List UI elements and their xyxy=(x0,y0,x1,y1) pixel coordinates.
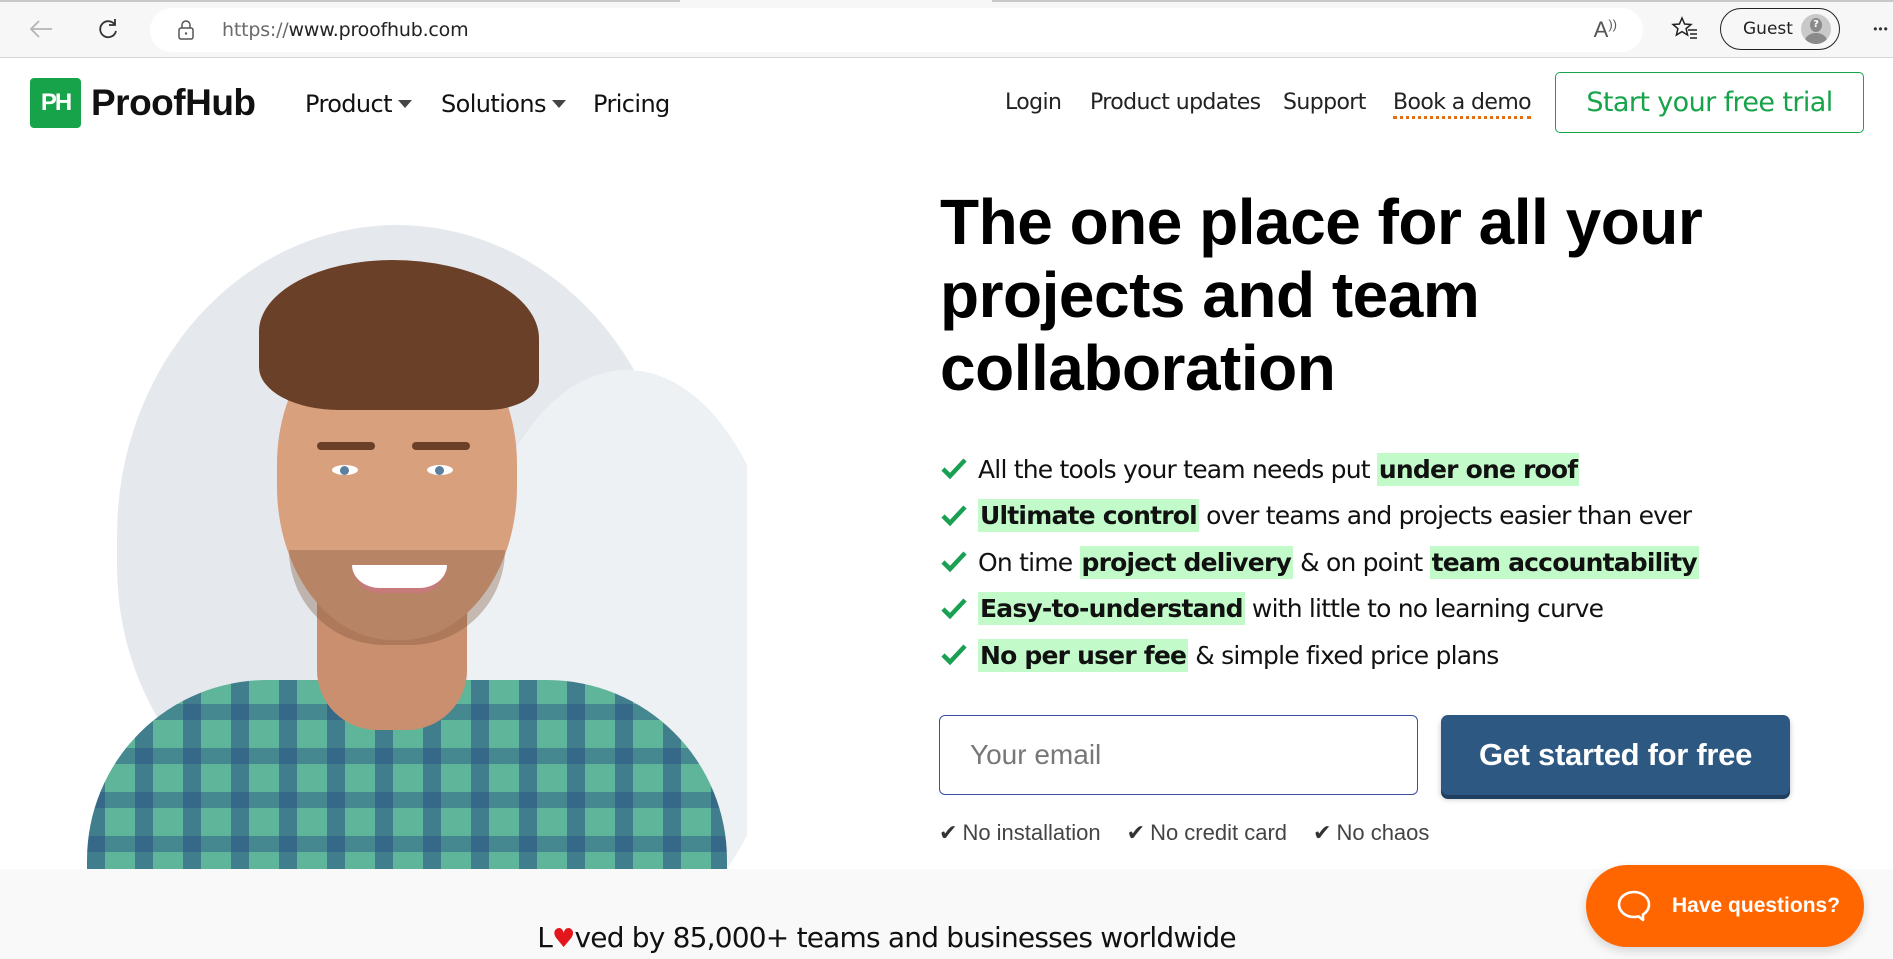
reload-button[interactable] xyxy=(93,14,123,44)
feature-highlight: No per user fee xyxy=(978,638,1189,672)
favorites-icon xyxy=(1671,16,1697,39)
check-icon xyxy=(941,458,967,480)
perk-label: No installation xyxy=(962,820,1101,845)
get-started-button[interactable]: Get started for free xyxy=(1441,715,1790,795)
logo-mark-icon: PH xyxy=(30,78,81,128)
feature-text: over teams and projects easier than ever xyxy=(1198,501,1692,531)
start-free-trial-button[interactable]: Start your free trial xyxy=(1555,72,1864,133)
person-brow xyxy=(317,442,375,450)
feature-highlight: Easy-to-understand xyxy=(978,592,1245,626)
support-link[interactable]: Support xyxy=(1283,90,1366,115)
check-icon: ✔ xyxy=(1313,820,1332,845)
heart-icon: ♥ xyxy=(552,924,575,954)
favorites-button[interactable] xyxy=(1670,14,1700,44)
chat-label: Have questions? xyxy=(1672,894,1841,917)
person-smile xyxy=(352,565,447,593)
more-button[interactable]: ••• xyxy=(1866,14,1893,44)
check-icon xyxy=(941,598,967,619)
hero-title: The one place for all your projects and … xyxy=(940,186,1703,404)
nav-product[interactable]: Product xyxy=(305,90,412,118)
check-icon xyxy=(941,644,967,666)
check-icon xyxy=(941,551,967,573)
have-questions-chat-button[interactable]: Have questions? xyxy=(1586,865,1864,947)
read-aloud-icon[interactable]: A)) xyxy=(1594,17,1617,43)
feature-list: All the tools your team needs put under … xyxy=(940,446,1699,679)
feature-item: Easy-to-understand with little to no lea… xyxy=(940,586,1699,633)
person-eye xyxy=(332,465,358,475)
product-updates-link[interactable]: Product updates xyxy=(1090,90,1261,115)
perk-label: No credit card xyxy=(1150,820,1288,845)
more-icon: ••• xyxy=(1873,22,1889,36)
feature-highlight: team accountability xyxy=(1429,545,1699,579)
login-link[interactable]: Login xyxy=(1005,90,1062,115)
lock-icon xyxy=(178,20,194,40)
brand-logo[interactable]: PH ProofHub xyxy=(30,78,256,128)
nav-pricing[interactable]: Pricing xyxy=(593,90,670,118)
person-eye xyxy=(427,465,453,475)
perk-item: ✔ No credit card xyxy=(1127,820,1287,846)
feature-item: All the tools your team needs put under … xyxy=(940,446,1699,493)
perks-row: ✔ No installation ✔ No credit card ✔ No cha… xyxy=(939,820,1429,846)
active-tab-indicator xyxy=(680,0,992,2)
address-bar[interactable]: https://www.proofhub.com A)) xyxy=(150,8,1643,52)
trust-prefix: L xyxy=(537,921,553,954)
caret-down-icon xyxy=(551,100,566,108)
back-button[interactable] xyxy=(26,14,56,44)
feature-text: with little to no learning curve xyxy=(1244,594,1604,624)
avatar-icon: ? xyxy=(1801,14,1831,44)
arrow-left-icon xyxy=(29,20,52,38)
url-text[interactable]: https://www.proofhub.com xyxy=(222,19,469,41)
feature-highlight: project delivery xyxy=(1079,545,1293,579)
nav-pricing-label: Pricing xyxy=(593,90,670,118)
profile-label: Guest xyxy=(1743,19,1793,39)
email-input[interactable] xyxy=(939,715,1418,795)
check-icon xyxy=(941,505,967,526)
nav-solutions-label: Solutions xyxy=(441,90,546,118)
nav-product-label: Product xyxy=(305,90,393,118)
feature-item: No per user fee & simple fixed price pla… xyxy=(940,632,1699,679)
feature-highlight: under one roof xyxy=(1376,452,1580,486)
nav-solutions[interactable]: Solutions xyxy=(441,90,566,118)
perk-item: ✔ No installation xyxy=(939,820,1101,846)
feature-text: & simple fixed price plans xyxy=(1188,640,1499,670)
caret-down-icon xyxy=(397,100,412,108)
feature-text: All the tools your team needs put xyxy=(978,454,1377,484)
hero-photo xyxy=(27,210,747,869)
feature-item: Ultimate control over teams and projects… xyxy=(940,493,1699,540)
feature-item: On time project delivery & on point team… xyxy=(940,539,1699,586)
chat-bubble-icon xyxy=(1617,890,1651,922)
brand-name: ProofHub xyxy=(91,82,256,123)
trust-suffix: ved by 85,000+ teams and businesses worl… xyxy=(574,921,1237,954)
reload-icon xyxy=(99,19,117,39)
check-icon: ✔ xyxy=(1126,820,1146,845)
perk-item: ✔ No chaos xyxy=(1313,820,1429,846)
feature-text: On time xyxy=(978,547,1080,577)
feature-highlight: Ultimate control xyxy=(978,499,1199,533)
url-protocol: https:// xyxy=(222,19,289,41)
perk-label: No chaos xyxy=(1336,820,1430,845)
profile-button[interactable]: Guest ? xyxy=(1720,8,1840,50)
book-demo-link[interactable]: Book a demo xyxy=(1393,90,1532,119)
check-icon: ✔ xyxy=(939,820,958,845)
browser-toolbar: https://www.proofhub.com A)) Guest ? ••• xyxy=(0,0,1893,58)
url-host: www.proofhub.com xyxy=(288,19,469,41)
feature-text: & on point xyxy=(1292,547,1430,577)
person-brow xyxy=(412,442,470,450)
